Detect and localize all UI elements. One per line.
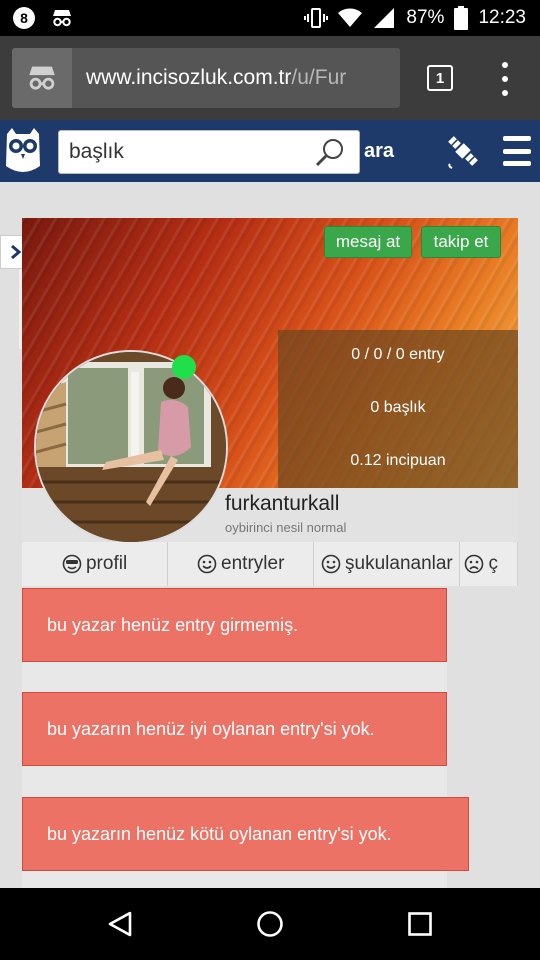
tab-label: profil bbox=[85, 553, 128, 574]
browser-toolbar: www.incisozluk.com.tr/u/Fur 1 bbox=[0, 36, 540, 120]
tab-switcher-button[interactable]: 1 bbox=[427, 65, 453, 91]
smile-icon bbox=[197, 554, 217, 574]
cool-face-icon bbox=[62, 554, 82, 574]
search-input[interactable] bbox=[59, 140, 309, 164]
incognito-badge bbox=[12, 48, 72, 108]
content-spacer bbox=[22, 766, 447, 797]
tab-cukulananlar[interactable]: ç bbox=[460, 542, 518, 586]
search-button[interactable]: ara bbox=[364, 140, 394, 163]
alert-no-upvoted: bu yazarın henüz iyi oylanan entry'si yo… bbox=[22, 692, 447, 766]
message-button[interactable]: mesaj at bbox=[324, 226, 412, 258]
clock: 12:23 bbox=[478, 7, 526, 28]
tab-label: entryler bbox=[221, 553, 285, 574]
incognito-icon bbox=[53, 10, 71, 27]
search-icon[interactable] bbox=[315, 137, 345, 167]
overflow-menu-icon[interactable] bbox=[500, 62, 510, 96]
points-count: 0.12 incipuan bbox=[350, 452, 446, 469]
site-header: ara bbox=[0, 120, 540, 182]
system-nav-bar bbox=[0, 888, 540, 960]
alert-no-downvoted: bu yazarın henüz kötü oylanan entry'si y… bbox=[22, 797, 469, 871]
vibrate-icon bbox=[304, 8, 329, 28]
svg-text:8: 8 bbox=[20, 10, 28, 26]
follow-button[interactable]: takip et bbox=[421, 226, 501, 258]
url-path: /u/Fur bbox=[291, 66, 347, 89]
home-icon[interactable] bbox=[256, 910, 284, 938]
avatar[interactable] bbox=[34, 350, 228, 544]
smile-icon bbox=[321, 554, 341, 574]
owl-logo-icon[interactable] bbox=[4, 126, 42, 176]
notification-app-icon: 8 bbox=[13, 7, 35, 29]
back-icon[interactable] bbox=[106, 910, 134, 938]
satellite-icon[interactable] bbox=[444, 132, 482, 170]
sad-face-icon bbox=[465, 554, 484, 574]
entry-count: 0 / 0 / 0 entry bbox=[351, 346, 445, 363]
signal-icon bbox=[374, 8, 395, 28]
content-spacer bbox=[22, 662, 447, 692]
tab-label: şukulananlar bbox=[345, 553, 453, 574]
url-domain: www.incisozluk.com.tr bbox=[86, 66, 292, 89]
tab-sukulananlar[interactable]: şukulananlar bbox=[314, 542, 461, 586]
search-box bbox=[58, 130, 360, 174]
username: furkanturkall bbox=[225, 492, 340, 515]
topic-count: 0 başlık bbox=[370, 399, 426, 416]
hamburger-menu-icon[interactable] bbox=[503, 136, 531, 166]
alert-no-entries: bu yazar henüz entry girmemiş. bbox=[22, 588, 447, 662]
tab-label: ç bbox=[488, 553, 498, 574]
profile-tabs: profil entryler şukulananlar ç bbox=[22, 542, 518, 586]
content-spacer bbox=[22, 871, 447, 888]
battery-percent: 87% bbox=[406, 7, 445, 28]
url-text[interactable]: www.incisozluk.com.tr/u/Fur bbox=[72, 66, 346, 90]
recents-icon[interactable] bbox=[406, 910, 434, 938]
tab-profil[interactable]: profil bbox=[22, 542, 169, 586]
wifi-icon bbox=[338, 8, 363, 27]
incognito-icon bbox=[29, 66, 55, 90]
online-status-dot bbox=[172, 355, 196, 379]
battery-icon bbox=[454, 6, 469, 30]
status-bar: 8 87% 12:23 bbox=[0, 0, 540, 36]
profile-stats: 0 / 0 / 0 entry 0 başlık 0.12 incipuan bbox=[278, 330, 518, 488]
tab-entryler[interactable]: entryler bbox=[168, 542, 315, 586]
url-bar[interactable]: www.incisozluk.com.tr/u/Fur bbox=[12, 48, 400, 108]
chevron-right-icon bbox=[11, 244, 22, 260]
user-title: oybirinci nesil normal bbox=[225, 520, 347, 535]
avatar-image bbox=[36, 352, 226, 542]
